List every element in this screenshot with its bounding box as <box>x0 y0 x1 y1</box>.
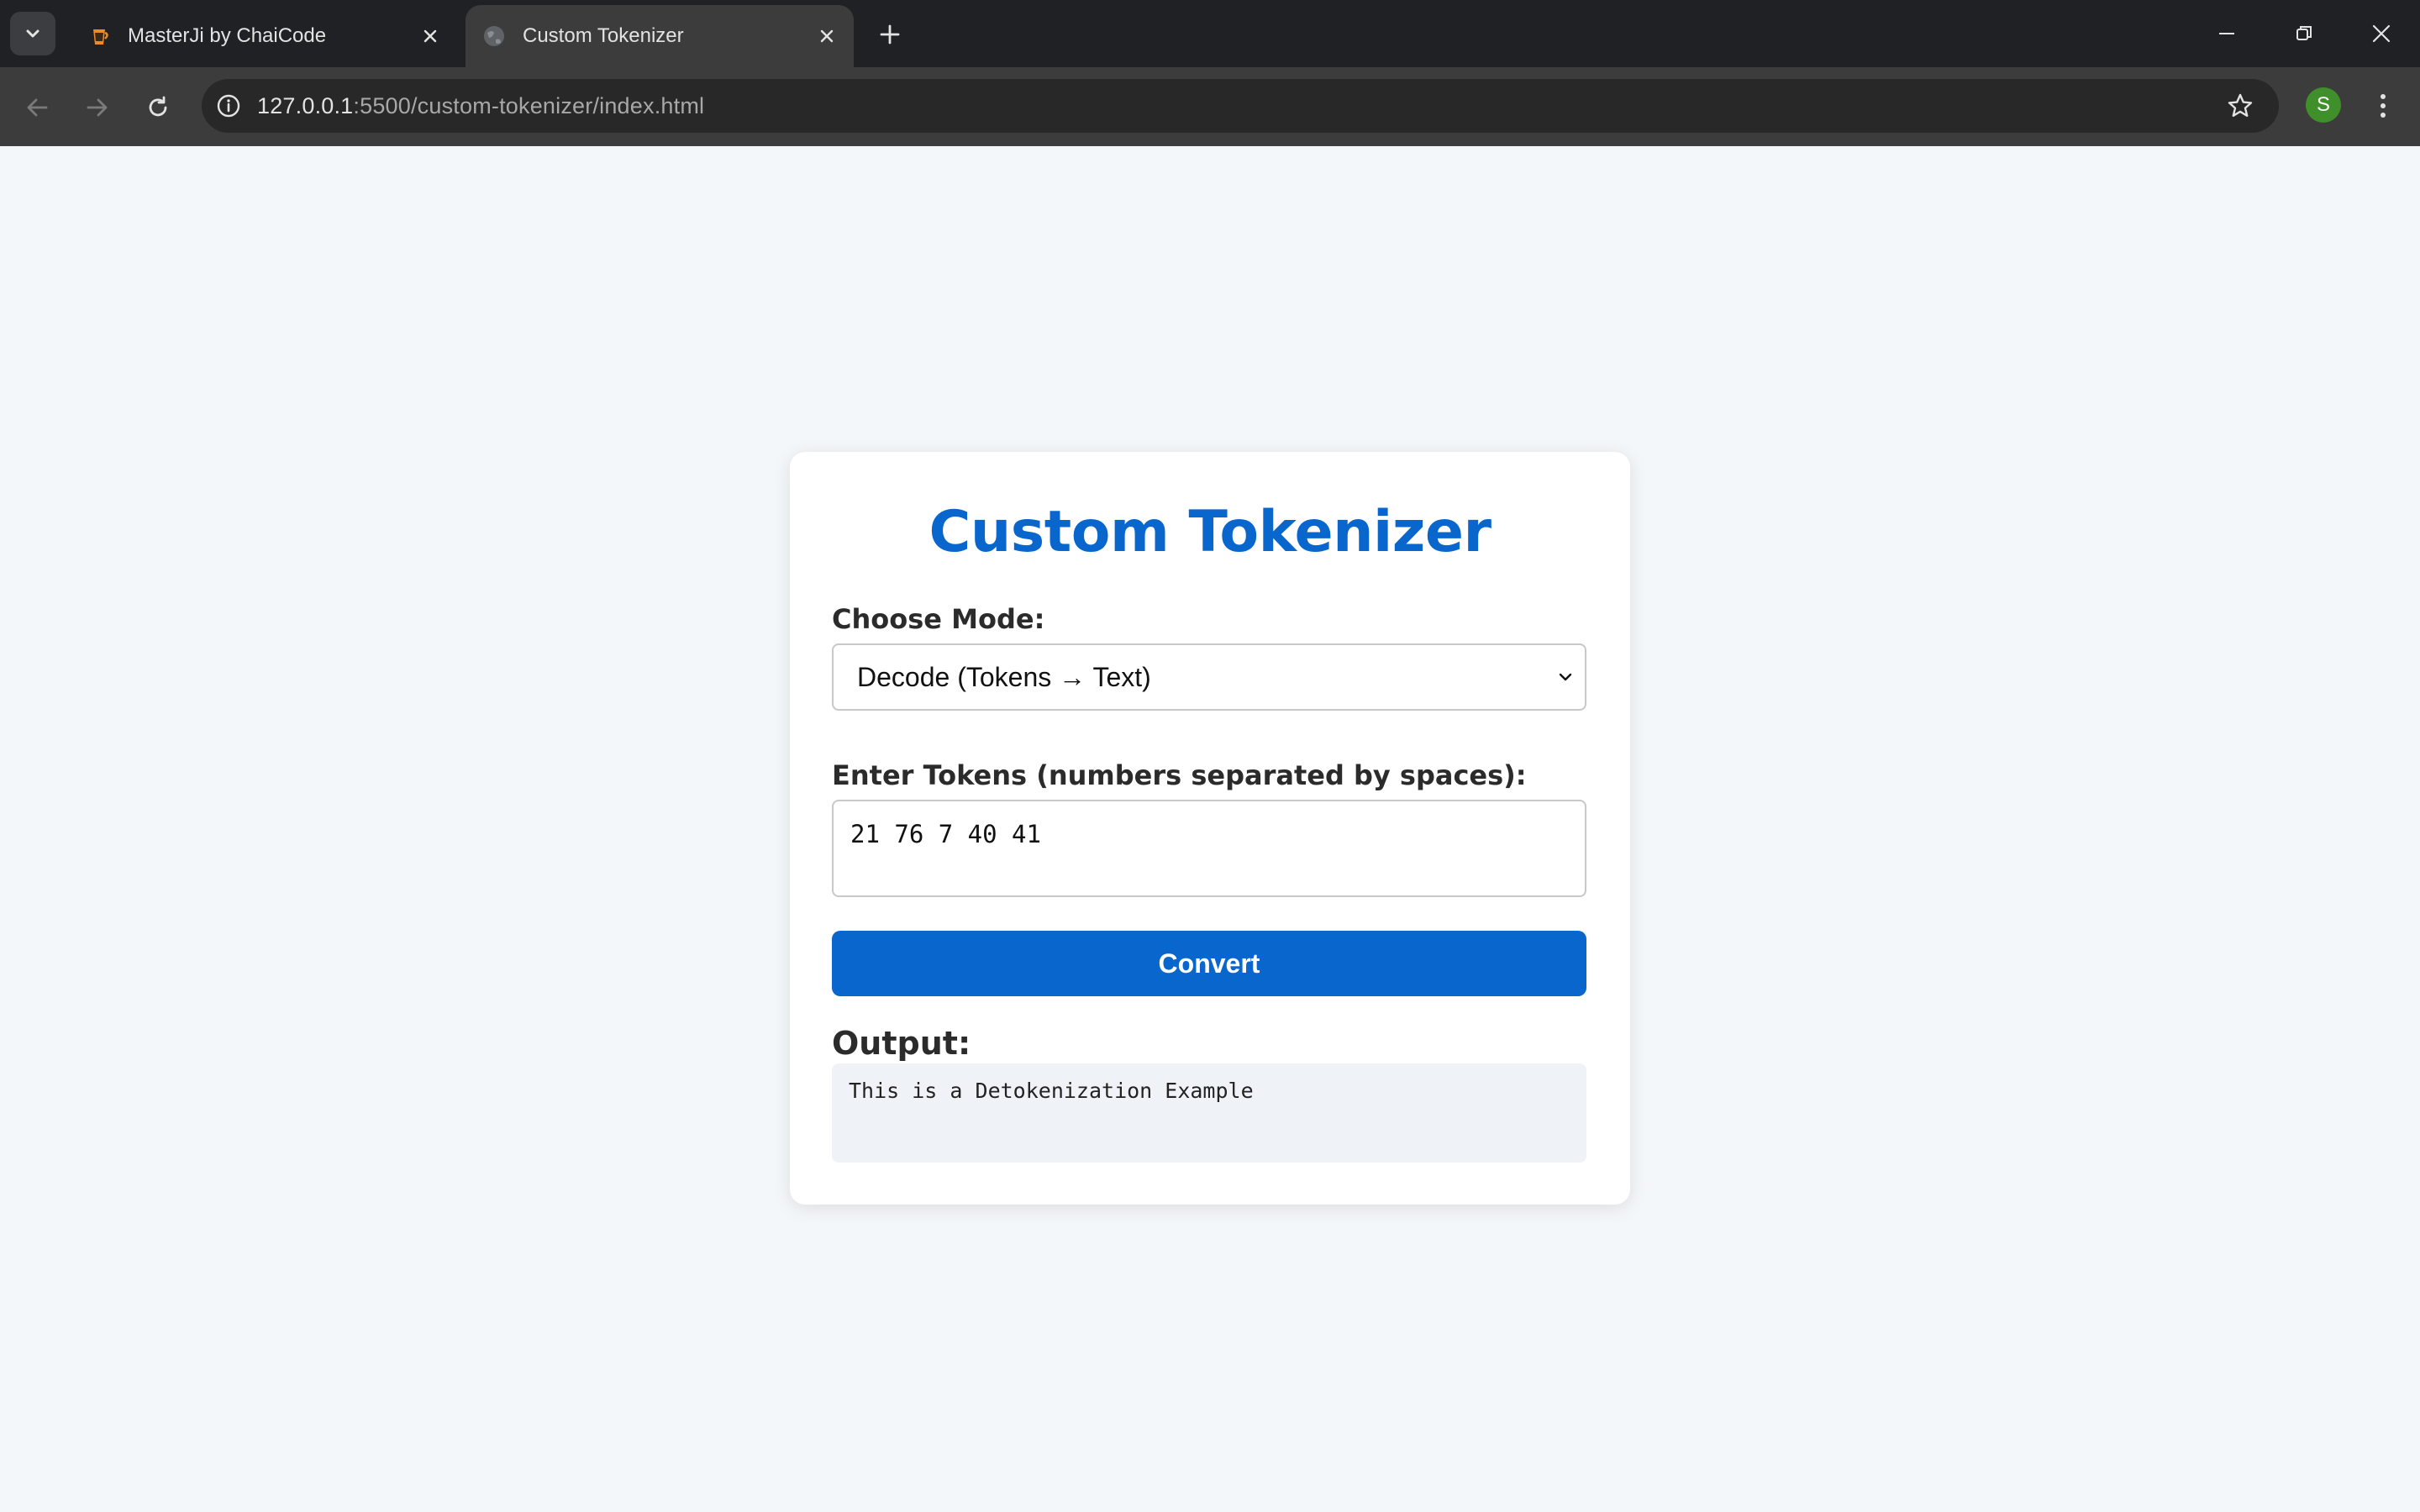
close-icon <box>424 29 437 43</box>
info-icon <box>217 94 240 118</box>
forward-button[interactable] <box>77 87 118 128</box>
tokens-label: Enter Tokens (numbers separated by space… <box>832 759 1527 791</box>
kebab-menu-icon <box>2381 94 2386 118</box>
address-bar[interactable]: 127.0.0.1:5500/custom-tokenizer/index.ht… <box>202 79 2279 133</box>
chevron-down-icon <box>26 29 39 38</box>
back-button[interactable] <box>17 87 57 128</box>
forward-icon <box>87 98 108 117</box>
profile-avatar[interactable]: S <box>2306 87 2341 123</box>
back-icon <box>27 98 48 117</box>
restore-button[interactable] <box>2279 12 2329 55</box>
close-window-button[interactable] <box>2356 12 2407 55</box>
tokens-input[interactable]: 21 76 7 40 41 <box>832 800 1586 897</box>
mode-selected-value: Decode (Tokens → Text) <box>857 661 1151 692</box>
star-icon <box>2228 93 2253 117</box>
select-arrow <box>1553 664 1578 690</box>
mode-label: Choose Mode: <box>832 603 1045 635</box>
plus-icon <box>880 24 900 45</box>
browser-menu-button[interactable] <box>2365 86 2402 126</box>
tokenizer-card: Custom Tokenizer Choose Mode: Decode (To… <box>790 452 1630 1205</box>
page-title: Custom Tokenizer <box>929 499 1491 565</box>
tab-custom-tokenizer[interactable]: Custom Tokenizer <box>466 5 854 67</box>
restore-icon <box>2296 26 2312 40</box>
reload-button[interactable] <box>138 87 178 128</box>
globe-icon <box>484 26 504 46</box>
site-info-button[interactable] <box>212 89 245 123</box>
reload-icon <box>149 96 167 117</box>
tab-title: MasterJi by ChaiCode <box>128 24 327 47</box>
convert-button[interactable]: Convert <box>832 931 1586 996</box>
minimize-button[interactable] <box>2202 12 2252 55</box>
close-icon <box>2372 24 2391 43</box>
chevron-down-icon <box>1559 673 1572 681</box>
tab-search-button[interactable] <box>10 12 55 55</box>
chaicode-favicon <box>93 29 108 45</box>
close-tab-button[interactable] <box>413 19 447 53</box>
tab-strip: MasterJi by ChaiCode Custom Tokenizer <box>0 0 2420 67</box>
new-tab-button[interactable] <box>871 15 909 54</box>
url-host: 127.0.0.1 <box>257 92 354 118</box>
url-path: :5500/custom-tokenizer/index.html <box>353 92 705 118</box>
output-box: This is a Detokenization Example <box>832 1063 1586 1163</box>
output-label: Output: <box>832 1025 971 1062</box>
close-icon <box>820 29 834 43</box>
tab-title: Custom Tokenizer <box>523 24 684 47</box>
mode-select[interactable]: Decode (Tokens → Text) <box>832 643 1586 711</box>
tab-masterji[interactable]: MasterJi by ChaiCode <box>71 5 457 67</box>
close-tab-button[interactable] <box>810 19 844 53</box>
url-text: 127.0.0.1:5500/custom-tokenizer/index.ht… <box>257 93 2220 119</box>
bookmark-button[interactable] <box>2220 86 2260 126</box>
minimize-icon <box>2219 33 2234 34</box>
